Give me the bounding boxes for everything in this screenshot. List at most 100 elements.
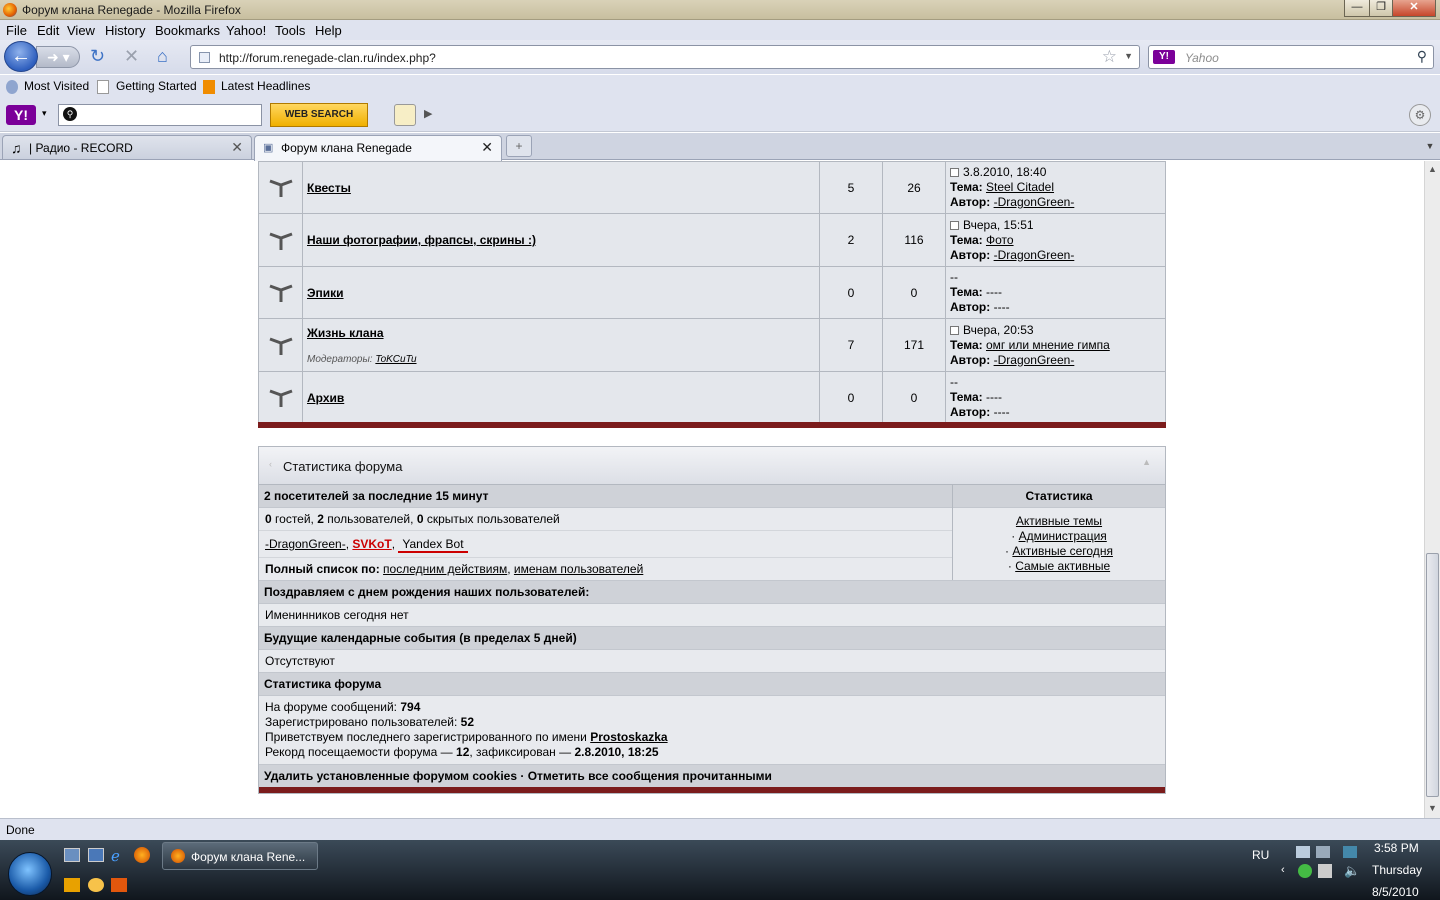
guests-count: 0 [265,512,272,526]
security-icon[interactable] [1298,864,1312,878]
tab-list-icon[interactable]: ▼ [1422,136,1438,156]
scroll-down-icon[interactable]: ▼ [1428,803,1437,813]
sort-by-name-link[interactable]: именам пользователей [514,562,643,576]
home-icon[interactable]: ⌂ [157,46,168,67]
forum-title-link[interactable]: Архив [307,391,819,405]
url-bar[interactable]: http://forum.renegade-clan.ru/index.php?… [190,45,1140,69]
firefox-icon [3,3,17,17]
tab-radio-record[interactable]: ♫ | Радио - RECORD ✕ [2,135,252,159]
url-dropdown-icon[interactable]: ▼ [1124,51,1133,61]
forum-status-icon [258,371,303,424]
bookmark-most-visited[interactable]: Most Visited [24,79,89,93]
web-search-button[interactable]: WEB SEARCH [270,103,368,127]
online-user-link[interactable]: SVKoT [352,537,391,551]
clock-date: 8/5/2010 [1372,885,1419,899]
stats-bottom-bar [259,787,1165,793]
newest-user-link[interactable]: Prostoskazka [590,730,667,744]
collapse-marker-icon: ‹ [269,459,272,469]
mail-icon[interactable] [394,104,416,126]
menu-bookmarks[interactable]: Bookmarks [155,23,220,38]
last-author-link[interactable]: -DragonGreen- [994,248,1075,262]
menu-tools[interactable]: Tools [275,23,305,38]
last-topic-link[interactable]: Фото [986,233,1014,247]
tray-icon[interactable] [1296,846,1310,858]
most-active-link[interactable]: Самые активные [1015,559,1110,573]
bookmark-star-icon[interactable]: ☆ [1102,47,1117,67]
bookmark-getting-started[interactable]: Getting Started [116,79,197,93]
yahoo-menu-dropdown-icon[interactable]: ▾ [42,108,47,119]
last-topic-link[interactable]: омг или мнение гимпа [986,338,1110,352]
clock-time[interactable]: 3:58 PM [1374,841,1419,855]
vertical-scrollbar[interactable]: ▲ ▼ [1424,161,1440,818]
forward-button[interactable]: ➜ ▾ [36,46,80,68]
hidden-count: 0 [416,512,424,526]
network-icon[interactable] [1343,846,1357,858]
active-today-link[interactable]: Активные сегодня [1012,544,1113,558]
bookmark-latest-headlines[interactable]: Latest Headlines [221,79,310,93]
last-author-link[interactable]: -DragonGreen- [994,353,1075,367]
forum-title-link[interactable]: Квесты [307,181,819,195]
media-icon[interactable] [64,878,80,892]
scroll-up-icon[interactable]: ▲ [1428,164,1437,174]
menu-yahoo[interactable]: Yahoo! [226,23,266,38]
menu-view[interactable]: View [67,23,95,38]
menu-edit[interactable]: Edit [37,23,59,38]
forum-status-icon [258,161,303,214]
maximize-button[interactable]: ❐ [1369,0,1393,17]
last-post-icon[interactable] [950,168,959,177]
topics-count: 0 [819,371,883,424]
moderator-link[interactable]: ToKCuTu [375,354,416,365]
yahoo-engine-icon[interactable]: Y! [1153,50,1175,64]
tab-close-icon[interactable]: ✕ [481,139,493,156]
page-icon [97,80,109,94]
taskbar-firefox-window[interactable]: Форум клана Rene... [162,842,318,870]
language-indicator[interactable]: RU [1252,848,1269,862]
show-desktop-icon[interactable] [64,848,80,862]
back-button[interactable]: ← [4,41,38,72]
start-button[interactable] [8,852,52,896]
posts-count: 0 [882,371,946,424]
forum-title-link[interactable]: Жизнь клана [307,326,819,340]
forum-stats-header: Статистика форума [259,673,1165,696]
posts-count: 171 [882,318,946,372]
scroll-thumb[interactable] [1426,553,1439,797]
last-author-link[interactable]: -DragonGreen- [994,195,1075,209]
minimize-button[interactable]: — [1344,0,1370,17]
sort-by-activity-link[interactable]: последним действиям [383,562,507,576]
last-topic-link[interactable]: Steel Citadel [986,180,1054,194]
administration-link[interactable]: Администрация [1019,529,1107,543]
reload-icon[interactable]: ↻ [90,46,105,67]
ie-icon[interactable]: ℯ [111,847,120,865]
online-user-link[interactable]: -DragonGreen- [265,537,346,551]
stop-icon[interactable]: ✕ [124,46,139,67]
last-post-icon[interactable] [950,220,959,230]
close-button[interactable]: ✕ [1392,0,1436,17]
forum-title-link[interactable]: Наши фотографии, фрапсы, скрины :) [307,233,819,247]
new-tab-button[interactable]: + [506,135,532,157]
volume-icon[interactable]: 🔈 [1344,863,1360,879]
topic-label: Тема: [950,337,983,352]
tray-icon[interactable] [1318,864,1332,878]
toolbar-arrow-icon[interactable]: ▶ [424,107,432,120]
tab-forum-renegade[interactable]: ▣ Форум клана Renegade ✕ [254,135,502,161]
search-bar[interactable]: Y! Yahoo ⚲ [1148,45,1434,69]
firefox-quicklaunch-icon[interactable] [134,847,150,863]
yahoo-logo-icon[interactable]: Y! [6,105,36,125]
tab-close-icon[interactable]: ✕ [231,139,243,156]
last-post-icon[interactable] [950,325,959,335]
app2-icon[interactable] [111,878,127,892]
menu-file[interactable]: File [6,23,27,38]
forum-title-link[interactable]: Эпики [307,286,819,300]
active-topics-link[interactable]: Активные темы [1016,514,1102,528]
search-icon[interactable]: ⚲ [1417,48,1427,65]
settings-gear-icon[interactable]: ⚙ [1409,104,1431,126]
cookies-mark-read-row[interactable]: Удалить установленные форумом cookies · … [259,765,1165,787]
menu-history[interactable]: History [105,23,145,38]
tray-icon[interactable] [1316,846,1330,858]
tray-expand-icon[interactable]: ‹ [1281,864,1285,876]
yahoo-search-input[interactable]: ⚲ [58,104,262,126]
collapse-toggle-icon[interactable]: ▲ [1142,457,1151,467]
app-icon[interactable] [88,878,104,892]
menu-help[interactable]: Help [315,23,342,38]
switch-windows-icon[interactable] [88,848,104,862]
